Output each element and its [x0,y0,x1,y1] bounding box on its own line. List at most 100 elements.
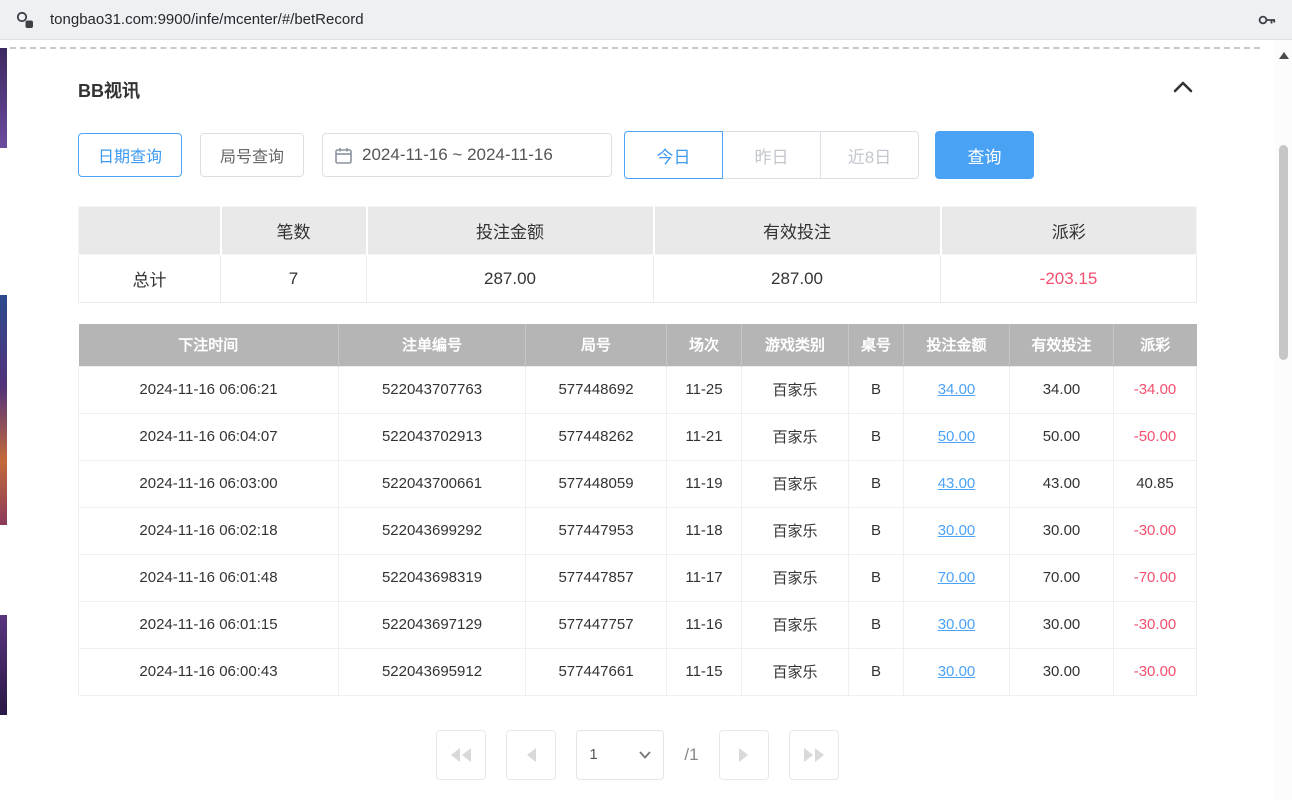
url-text[interactable]: tongbao31.com:9900/infe/mcenter/#/betRec… [50,11,1256,28]
cell-table-code: B [849,460,904,507]
bet-records-table: 下注时间 注单编号 局号 场次 游戏类别 桌号 投注金额 有效投注 派彩 202… [78,324,1197,696]
cell-order-id: 522043700661 [339,460,526,507]
cell-payout: -30.00 [1114,648,1197,695]
date-range-value: 2024-11-16 ~ 2024-11-16 [362,145,553,165]
cell-valid-bet: 50.00 [1010,413,1114,460]
table-row: 2024-11-16 06:04:07 522043702913 5774482… [79,413,1197,460]
last-8-days-button[interactable]: 近8日 [820,131,919,179]
browser-address-bar: tongbao31.com:9900/infe/mcenter/#/betRec… [0,0,1292,40]
cell-valid-bet: 43.00 [1010,460,1114,507]
cell-round-id: 577448692 [526,366,667,413]
page-select[interactable]: 1 [576,730,664,780]
cell-bet-time: 2024-11-16 06:03:00 [79,460,339,507]
header-round-id: 局号 [526,324,667,366]
table-row: 2024-11-16 06:00:43 522043695912 5774476… [79,648,1197,695]
date-range-input[interactable]: 2024-11-16 ~ 2024-11-16 [322,133,612,177]
first-page-button[interactable] [436,730,486,780]
chevron-down-icon [639,751,651,759]
bet-amount-link[interactable]: 30.00 [938,522,976,539]
date-query-tab[interactable]: 日期查询 [78,133,182,177]
search-button[interactable]: 查询 [935,131,1034,179]
last-page-button[interactable] [789,730,839,780]
cell-round-id: 577448059 [526,460,667,507]
table-row: 2024-11-16 06:06:21 522043707763 5774486… [79,366,1197,413]
cell-bet-time: 2024-11-16 06:06:21 [79,366,339,413]
collapse-chevron-up-icon[interactable] [1169,76,1197,103]
cell-payout: -70.00 [1114,554,1197,601]
cell-game-type: 百家乐 [742,460,849,507]
bet-amount-link[interactable]: 30.00 [938,663,976,680]
cell-game-type: 百家乐 [742,601,849,648]
cell-session: 11-19 [667,460,742,507]
table-row: 2024-11-16 06:03:00 522043700661 5774480… [79,460,1197,507]
cell-valid-bet: 70.00 [1010,554,1114,601]
header-table-code: 桌号 [849,324,904,366]
cell-order-id: 522043699292 [339,507,526,554]
header-bet-amount: 投注金额 [904,324,1010,366]
table-row: 2024-11-16 06:01:15 522043697129 5774477… [79,601,1197,648]
cell-order-id: 522043707763 [339,366,526,413]
cell-order-id: 522043695912 [339,648,526,695]
cell-game-type: 百家乐 [742,648,849,695]
cell-table-code: B [849,601,904,648]
bet-amount-link[interactable]: 34.00 [938,381,976,398]
cell-table-code: B [849,648,904,695]
cell-session: 11-15 [667,648,742,695]
page-select-value: 1 [589,746,597,763]
cell-round-id: 577447757 [526,601,667,648]
bet-amount-link[interactable]: 43.00 [938,475,976,492]
cell-table-code: B [849,554,904,601]
bet-amount-link[interactable]: 70.00 [938,569,976,586]
records-header-row: 下注时间 注单编号 局号 场次 游戏类别 桌号 投注金额 有效投注 派彩 [79,324,1197,366]
summary-header-count: 笔数 [221,207,367,255]
cell-session: 11-16 [667,601,742,648]
cell-payout: -30.00 [1114,507,1197,554]
summary-bet-amount: 287.00 [367,255,654,303]
cell-session: 11-18 [667,507,742,554]
background-artifact [0,48,7,148]
table-row: 2024-11-16 06:02:18 522043699292 5774479… [79,507,1197,554]
cell-game-type: 百家乐 [742,507,849,554]
cell-session: 11-21 [667,413,742,460]
bet-amount-link[interactable]: 50.00 [938,428,976,445]
cell-round-id: 577447857 [526,554,667,601]
page-total-label: /1 [684,745,698,765]
key-icon[interactable] [1256,9,1278,31]
cell-valid-bet: 34.00 [1010,366,1114,413]
today-button[interactable]: 今日 [624,131,723,179]
scroll-up-arrow-icon[interactable] [1279,52,1289,59]
cell-order-id: 522043697129 [339,601,526,648]
cell-payout: -30.00 [1114,601,1197,648]
header-bet-time: 下注时间 [79,324,339,366]
summary-header-bet-amount: 投注金额 [367,207,654,255]
cell-valid-bet: 30.00 [1010,601,1114,648]
header-order-id: 注单编号 [339,324,526,366]
profile-switch-icon[interactable] [14,9,36,31]
round-query-tab[interactable]: 局号查询 [200,133,304,177]
scrollbar-thumb[interactable] [1279,145,1288,360]
cell-round-id: 577447953 [526,507,667,554]
summary-table: 笔数 投注金额 有效投注 派彩 总计 7 287.00 287.00 -203.… [78,206,1197,303]
header-game-type: 游戏类别 [742,324,849,366]
cell-round-id: 577448262 [526,413,667,460]
scrollbar-track[interactable] [1275,40,1292,800]
page-title: BB视讯 [78,77,140,103]
summary-row: 总计 7 287.00 287.00 -203.15 [79,255,1197,303]
bet-amount-link[interactable]: 30.00 [938,616,976,633]
prev-page-button[interactable] [506,730,556,780]
cell-game-type: 百家乐 [742,413,849,460]
summary-payout: -203.15 [941,255,1197,303]
cell-valid-bet: 30.00 [1010,648,1114,695]
cell-order-id: 522043698319 [339,554,526,601]
cell-session: 11-17 [667,554,742,601]
yesterday-button[interactable]: 昨日 [722,131,821,179]
summary-valid-bet: 287.00 [654,255,941,303]
next-page-button[interactable] [719,730,769,780]
cell-valid-bet: 30.00 [1010,507,1114,554]
cell-table-code: B [849,507,904,554]
cell-table-code: B [849,413,904,460]
cell-round-id: 577447661 [526,648,667,695]
summary-count: 7 [221,255,367,303]
background-artifact [0,615,7,715]
header-payout: 派彩 [1114,324,1197,366]
